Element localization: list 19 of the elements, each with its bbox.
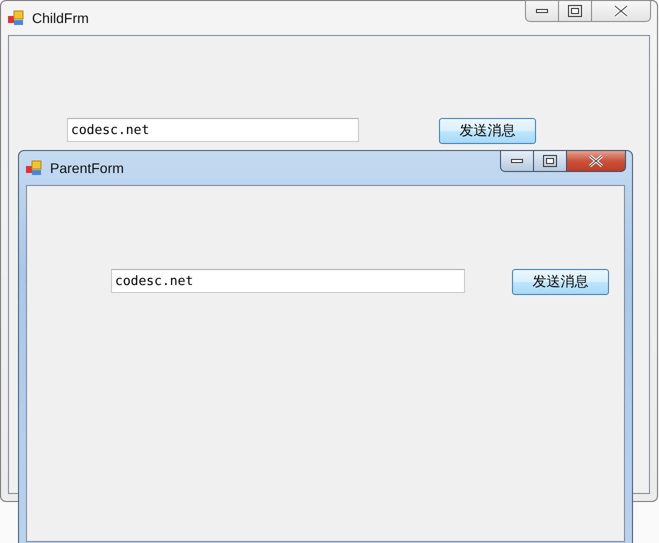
minimize-icon <box>536 8 548 14</box>
send-button[interactable]: 发送消息 <box>439 118 536 144</box>
close-icon <box>589 155 603 167</box>
app-icon <box>8 10 24 26</box>
minimize-button[interactable] <box>500 150 534 172</box>
window-title: ParentForm <box>50 160 124 176</box>
close-button[interactable] <box>566 150 626 172</box>
app-icon <box>26 160 42 176</box>
window-title: ChildFrm <box>32 10 89 26</box>
minimize-icon <box>511 158 523 164</box>
maximize-button[interactable] <box>533 150 567 172</box>
send-button[interactable]: 发送消息 <box>512 269 609 295</box>
maximize-icon <box>568 5 582 17</box>
maximize-button[interactable] <box>558 0 592 22</box>
message-field[interactable]: codesc.net <box>67 118 359 142</box>
maximize-icon <box>543 155 557 167</box>
message-field[interactable]: codesc.net <box>111 269 465 293</box>
minimize-button[interactable] <box>525 0 559 22</box>
close-icon <box>614 5 628 17</box>
